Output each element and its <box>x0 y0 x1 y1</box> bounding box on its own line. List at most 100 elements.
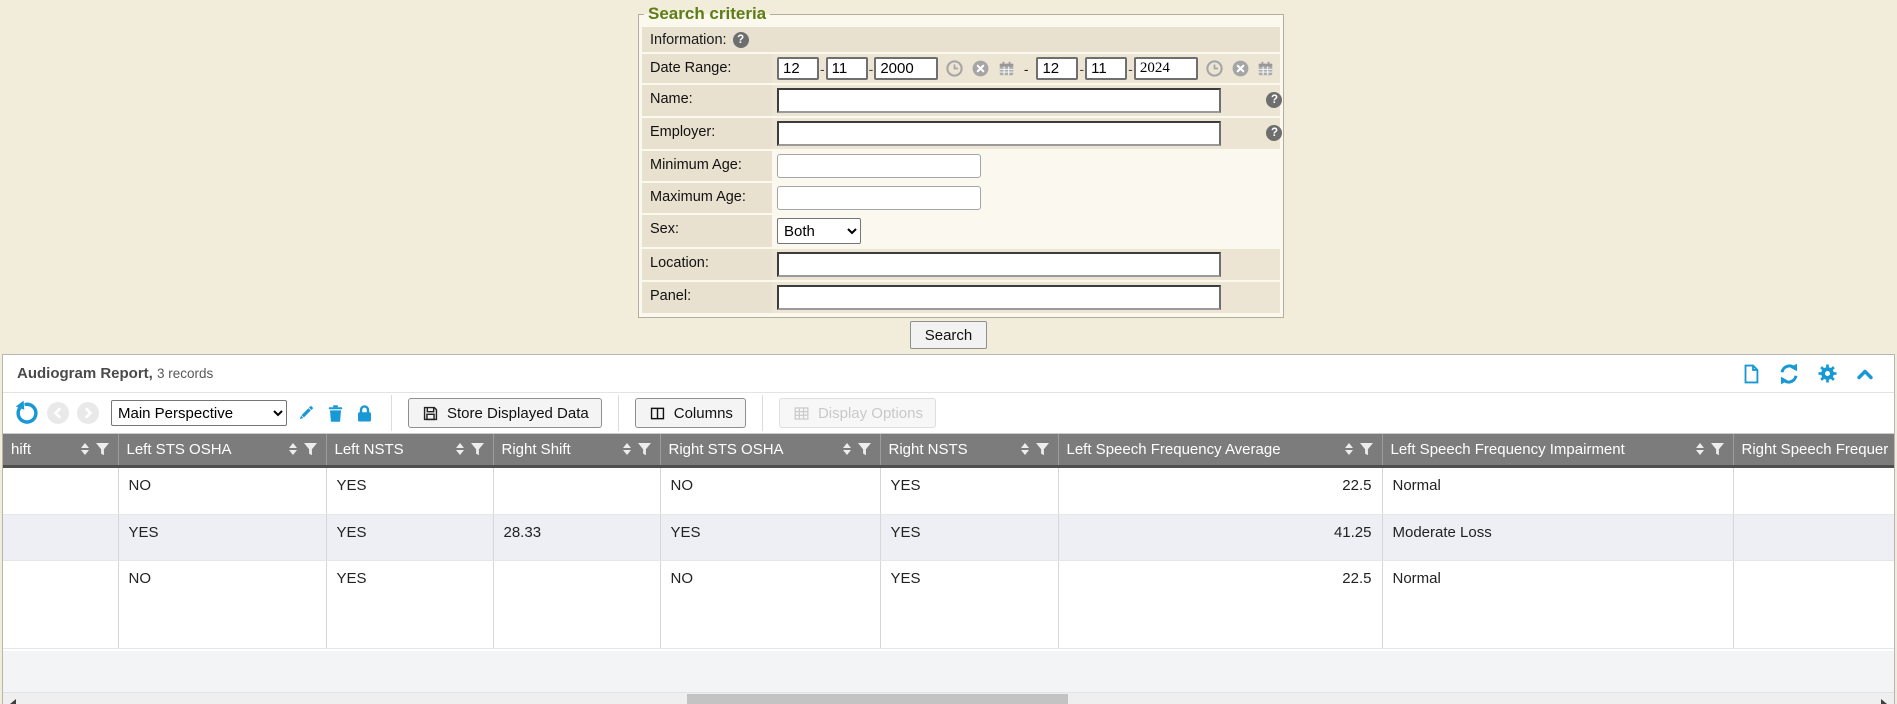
next-perspective-button[interactable] <box>77 402 99 424</box>
column-header[interactable]: Left STS OSHA <box>118 434 326 466</box>
clear-icon[interactable] <box>971 59 990 78</box>
scrollbar-thumb[interactable] <box>687 694 1068 704</box>
question-icon[interactable]: ? <box>1266 92 1282 108</box>
filter-icon[interactable] <box>303 442 318 456</box>
filter-icon[interactable] <box>1710 442 1725 456</box>
display-options-button[interactable]: Display Options <box>779 398 936 428</box>
date-to-year-input[interactable] <box>1134 57 1198 80</box>
panel-field <box>772 282 1280 313</box>
date-from-month-input[interactable] <box>777 57 819 80</box>
table-row[interactable]: YESYES28.33YESYES41.25Moderate Loss <box>3 514 1894 560</box>
filter-icon[interactable] <box>637 442 652 456</box>
clock-icon[interactable] <box>1205 59 1224 78</box>
table-cell: Normal <box>1382 560 1733 648</box>
columns-button[interactable]: Columns <box>635 398 746 428</box>
table-cell: YES <box>326 466 493 514</box>
column-header[interactable]: Right NSTS <box>880 434 1058 466</box>
column-header[interactable]: Right Speech Frequer <box>1733 434 1894 466</box>
table-cell: 41.25 <box>1058 514 1382 560</box>
column-header[interactable]: Right Shift <box>493 434 660 466</box>
location-input[interactable] <box>777 252 1221 277</box>
max-age-label: Maximum Age: <box>642 183 772 213</box>
trash-icon[interactable] <box>325 403 346 424</box>
table-cell <box>3 560 118 648</box>
date-to-month-input[interactable] <box>1036 57 1078 80</box>
search-button[interactable]: Search <box>910 321 988 349</box>
grid-icon <box>792 404 811 423</box>
display-options-label: Display Options <box>818 405 923 422</box>
chevron-right-icon <box>82 407 94 419</box>
filter-icon[interactable] <box>470 442 485 456</box>
perspective-select[interactable]: Main Perspective <box>111 400 287 426</box>
column-header[interactable]: Right STS OSHA <box>660 434 880 466</box>
sort-icon[interactable] <box>1345 443 1353 455</box>
lock-icon[interactable] <box>354 403 375 424</box>
new-document-icon[interactable] <box>1740 363 1762 385</box>
clock-icon[interactable] <box>945 59 964 78</box>
sort-icon[interactable] <box>623 443 631 455</box>
previous-perspective-button[interactable] <box>47 402 69 424</box>
min-age-input[interactable] <box>777 154 981 178</box>
report-header: Audiogram Report, 3 records <box>3 355 1894 393</box>
undo-icon[interactable] <box>13 400 39 426</box>
table-row[interactable]: NOYESNOYES22.5Normal <box>3 466 1894 514</box>
name-label: Name: <box>642 85 772 116</box>
store-displayed-data-button[interactable]: Store Displayed Data <box>408 398 602 428</box>
table-cell <box>1733 560 1894 648</box>
filter-icon[interactable] <box>1359 442 1374 456</box>
panel-input[interactable] <box>777 285 1221 310</box>
column-header[interactable]: Left Speech Frequency Average <box>1058 434 1382 466</box>
horizontal-scrollbar[interactable] <box>3 692 1894 704</box>
question-icon[interactable]: ? <box>733 32 749 48</box>
sort-icon[interactable] <box>1021 443 1029 455</box>
column-header-label: Right NSTS <box>889 441 968 458</box>
gear-icon[interactable] <box>1816 362 1839 385</box>
sort-icon[interactable] <box>289 443 297 455</box>
sort-icon[interactable] <box>81 443 89 455</box>
calendar-icon[interactable] <box>1256 59 1275 78</box>
sort-icon[interactable] <box>1696 443 1704 455</box>
sort-icon[interactable] <box>843 443 851 455</box>
search-criteria-fieldset: Search criteria Information: ? Date Rang… <box>638 4 1284 318</box>
column-header[interactable]: hift <box>3 434 118 466</box>
filter-icon[interactable] <box>1035 442 1050 456</box>
max-age-input[interactable] <box>777 186 981 210</box>
column-header-label: Left NSTS <box>335 441 404 458</box>
pencil-icon[interactable] <box>295 402 317 424</box>
employer-input[interactable] <box>777 121 1221 146</box>
sex-field: Both <box>772 215 1280 247</box>
location-field <box>772 249 1280 280</box>
refresh-icon[interactable] <box>1777 362 1801 386</box>
table-cell <box>493 560 660 648</box>
search-criteria-section: Search criteria Information: ? Date Rang… <box>638 0 1259 349</box>
information-row: Information: ? <box>642 27 1280 52</box>
filter-icon[interactable] <box>857 442 872 456</box>
report-header-icons <box>1740 362 1880 386</box>
calendar-icon[interactable] <box>997 59 1016 78</box>
grid-footer <box>3 651 1894 692</box>
table-cell: YES <box>880 514 1058 560</box>
sort-icon[interactable] <box>456 443 464 455</box>
date-from-year-input[interactable] <box>874 57 938 80</box>
table-cell: Moderate Loss <box>1382 514 1733 560</box>
date-from-day-input[interactable] <box>826 57 868 80</box>
scroll-right-arrow-icon[interactable] <box>1876 693 1892 704</box>
question-icon[interactable]: ? <box>1266 125 1282 141</box>
table-cell: NO <box>118 466 326 514</box>
table-row[interactable]: NOYESNOYES22.5Normal <box>3 560 1894 648</box>
employer-field: ? <box>772 118 1280 149</box>
sex-select[interactable]: Both <box>777 218 861 244</box>
table-cell <box>1733 514 1894 560</box>
date-to-day-input[interactable] <box>1085 57 1127 80</box>
column-header[interactable]: Left Speech Frequency Impairment <box>1382 434 1733 466</box>
table-cell: NO <box>118 560 326 648</box>
toolbar-separator <box>762 395 763 431</box>
filter-icon[interactable] <box>95 442 110 456</box>
store-displayed-data-label: Store Displayed Data <box>447 405 589 422</box>
table-cell: 22.5 <box>1058 560 1382 648</box>
name-input[interactable] <box>777 88 1221 113</box>
scroll-left-arrow-icon[interactable] <box>5 693 21 704</box>
clear-icon[interactable] <box>1231 59 1250 78</box>
collapse-icon[interactable] <box>1854 363 1876 385</box>
column-header[interactable]: Left NSTS <box>326 434 493 466</box>
